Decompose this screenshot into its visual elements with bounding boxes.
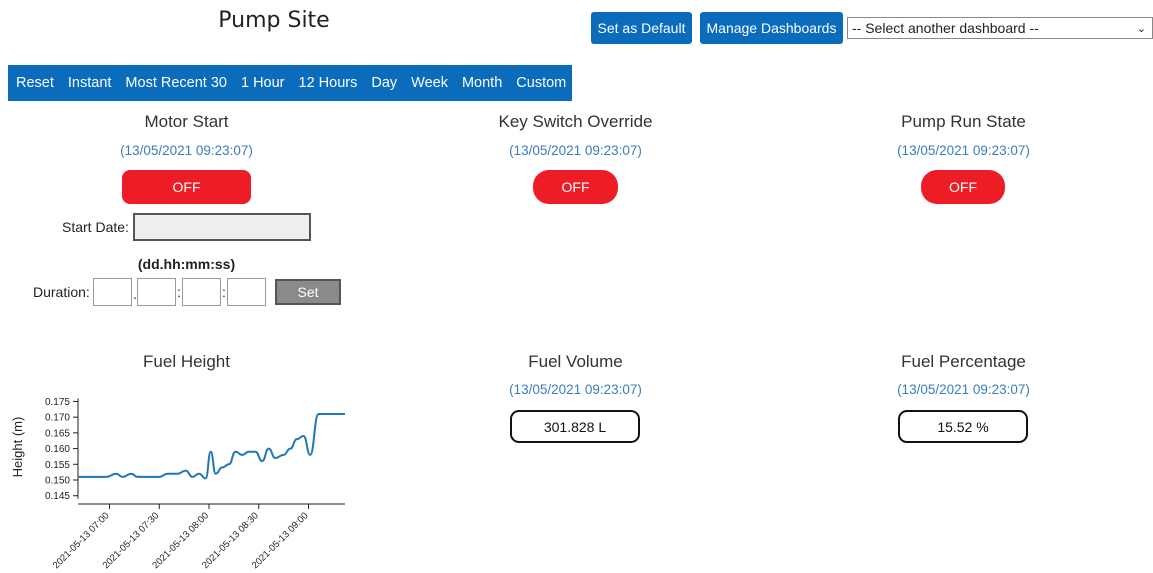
dashboard-select-value: -- Select another dashboard -- <box>852 20 1039 36</box>
fuel-volume-title: Fuel Volume <box>528 352 623 371</box>
tab-week[interactable]: Week <box>404 75 455 91</box>
tab-custom[interactable]: Custom <box>509 75 573 91</box>
pump-run-toggle[interactable]: OFF <box>921 170 1005 204</box>
chart-y-tick-label: 0.150 <box>45 476 70 487</box>
chevron-down-icon: ⌄ <box>1136 22 1146 35</box>
fuel-percentage-value: 15.52 % <box>898 410 1028 443</box>
chart-y-tick-label: 0.170 <box>45 413 70 424</box>
duration-seconds-input[interactable] <box>227 278 266 306</box>
set-duration-button[interactable]: Set <box>275 279 341 305</box>
motor-start-timestamp: (13/05/2021 09:23:07) <box>120 143 253 158</box>
dashboard-select[interactable]: -- Select another dashboard -- ⌄ <box>847 17 1153 39</box>
chart-y-tick-label: 0.155 <box>45 460 70 471</box>
chart-y-tick-label: 0.165 <box>45 428 70 439</box>
fuel-volume-timestamp: (13/05/2021 09:23:07) <box>509 382 642 397</box>
fuel-percentage-timestamp: (13/05/2021 09:23:07) <box>897 382 1030 397</box>
fuel-percentage-title: Fuel Percentage <box>901 352 1026 371</box>
duration-days-input[interactable] <box>93 278 132 306</box>
chart-y-tick-label: 0.175 <box>45 397 70 408</box>
fuel-height-title: Fuel Height <box>143 352 230 371</box>
duration-hours-input[interactable] <box>137 278 176 306</box>
duration-format-hint: (dd.hh:mm:ss) <box>137 256 236 272</box>
set-default-button[interactable]: Set as Default <box>591 12 692 44</box>
tab-instant[interactable]: Instant <box>61 75 119 91</box>
tab-1-hour[interactable]: 1 Hour <box>234 75 292 91</box>
key-switch-title: Key Switch Override <box>498 112 653 131</box>
duration-label: Duration: <box>33 284 90 300</box>
start-date-label: Start Date: <box>62 219 129 235</box>
pump-run-title: Pump Run State <box>901 112 1026 131</box>
duration-minutes-input[interactable] <box>182 278 221 306</box>
duration-separator: : <box>177 284 181 300</box>
tab-reset[interactable]: Reset <box>8 75 61 91</box>
chart-y-tick-label: 0.160 <box>45 444 70 455</box>
time-range-bar: Reset Instant Most Recent 30 1 Hour 12 H… <box>8 65 572 101</box>
manage-dashboards-button[interactable]: Manage Dashboards <box>700 12 843 44</box>
key-switch-timestamp: (13/05/2021 09:23:07) <box>509 143 642 158</box>
key-switch-toggle[interactable]: OFF <box>533 170 618 204</box>
tab-most-recent-30[interactable]: Most Recent 30 <box>118 75 234 91</box>
motor-start-toggle[interactable]: OFF <box>122 170 251 204</box>
tab-month[interactable]: Month <box>455 75 509 91</box>
fuel-volume-value: 301.828 L <box>510 410 640 443</box>
start-date-input[interactable] <box>133 213 311 241</box>
motor-start-title: Motor Start <box>144 112 229 131</box>
tab-12-hours[interactable]: 12 Hours <box>292 75 365 91</box>
pump-run-timestamp: (13/05/2021 09:23:07) <box>897 143 1030 158</box>
tab-day[interactable]: Day <box>364 75 404 91</box>
chart-y-label: Height (m) <box>10 417 25 478</box>
chart-y-tick-label: 0.145 <box>45 491 70 502</box>
duration-separator: : <box>222 284 226 300</box>
fuel-height-chart: 0.1450.1500.1550.1600.1650.1700.175 2021… <box>10 397 345 571</box>
page-title: Pump Site <box>218 8 330 33</box>
chart-series-line <box>78 413 345 480</box>
